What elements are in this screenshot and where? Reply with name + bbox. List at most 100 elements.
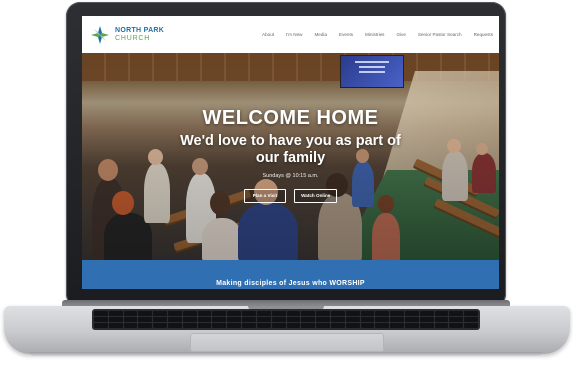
- keyboard-key: [301, 317, 316, 322]
- keyboard-key: [316, 323, 330, 328]
- keyboard-key: [94, 317, 108, 322]
- keyboard-key: [404, 317, 419, 322]
- keyboard-key: [316, 311, 330, 316]
- keyboard-key: [434, 311, 449, 316]
- church-logo[interactable]: NORTH PARK CHURCH: [90, 25, 164, 45]
- keyboard-key: [108, 317, 123, 322]
- keyboard-key: [390, 323, 404, 328]
- keyboard-key: [316, 317, 330, 322]
- keyboard-key: [286, 323, 301, 328]
- keyboard-key: [168, 311, 182, 316]
- keyboard-key: [390, 311, 404, 316]
- keyboard-key: [375, 323, 390, 328]
- compass-cross-logo-icon: [91, 25, 109, 44]
- nav-item-senior-pastor-search[interactable]: Senior Pastor Search: [418, 32, 462, 37]
- keyboard-key: [464, 323, 478, 328]
- logo-line-1: NORTH PARK: [115, 26, 165, 34]
- keyboard-key: [227, 311, 242, 316]
- keyboard-key: [360, 317, 375, 322]
- keyboard-key: [345, 317, 360, 322]
- keyboard-key: [182, 323, 197, 328]
- keyboard-key: [123, 323, 138, 328]
- laptop-screen: NORTH PARK CHURCH About I'm New Media Ev…: [82, 16, 499, 289]
- keyboard-key: [94, 311, 108, 316]
- keyboard-key: [330, 323, 345, 328]
- mission-statement: Making disciples of Jesus who WORSHIP: [216, 280, 365, 287]
- keyboard-key: [168, 323, 182, 328]
- nav-item-requests[interactable]: Requests: [474, 32, 493, 37]
- keyboard-key: [123, 317, 138, 322]
- keyboard-key: [212, 323, 227, 328]
- keyboard-key: [360, 311, 375, 316]
- keyboard-key: [419, 317, 434, 322]
- keyboard-key: [256, 317, 271, 322]
- keyboard-key: [464, 317, 478, 322]
- keyboard-key: [138, 317, 153, 322]
- hero-subtitle: We'd love to have you as part of our fam…: [180, 133, 401, 166]
- keyboard-key: [108, 311, 123, 316]
- site-header: NORTH PARK CHURCH About I'm New Media Ev…: [82, 16, 499, 53]
- keyboard-key: [419, 323, 434, 328]
- keyboard-key: [419, 311, 434, 316]
- mission-band: Making disciples of Jesus who WORSHIP: [82, 260, 499, 289]
- keyboard-key: [242, 317, 256, 322]
- plan-a-visit-button[interactable]: Plan a Visit: [243, 189, 287, 203]
- keyboard-key: [301, 323, 316, 328]
- keyboard-key: [197, 317, 212, 322]
- keyboard-key: [227, 323, 242, 328]
- logo-wordmark: NORTH PARK CHURCH: [115, 27, 164, 43]
- keyboard-key: [360, 323, 375, 328]
- laptop-bottom-edge: [30, 352, 542, 356]
- service-time: Sundays @ 10:15 a.m.: [262, 173, 319, 179]
- keyboard-key: [449, 323, 464, 328]
- keyboard-key: [212, 317, 227, 322]
- keyboard-key: [108, 323, 123, 328]
- keyboard-key: [434, 317, 449, 322]
- keyboard-key: [390, 317, 404, 322]
- keyboard-key: [375, 317, 390, 322]
- hero-section: WELCOME HOME We'd love to have you as pa…: [82, 53, 499, 260]
- keyboard-key: [271, 323, 286, 328]
- hero-title: WELCOME HOME: [202, 107, 379, 129]
- keyboard-key: [330, 311, 345, 316]
- hero-buttons: Plan a Visit Watch Online: [82, 189, 499, 203]
- keyboard-key: [138, 323, 153, 328]
- nav-item-events[interactable]: Events: [339, 32, 353, 37]
- keyboard-key: [271, 317, 286, 322]
- keyboard-key: [123, 311, 138, 316]
- keyboard-key: [449, 317, 464, 322]
- keyboard-key: [212, 311, 227, 316]
- keyboard-key: [404, 323, 419, 328]
- nav-item-give[interactable]: Give: [396, 32, 405, 37]
- keyboard-key: [182, 311, 197, 316]
- keyboard-key: [449, 311, 464, 316]
- keyboard-key: [138, 311, 153, 316]
- keyboard-key: [256, 311, 271, 316]
- watch-online-button[interactable]: Watch Online: [294, 189, 338, 203]
- keyboard-key: [301, 311, 316, 316]
- keyboard-key: [242, 323, 256, 328]
- keyboard-key: [330, 317, 345, 322]
- nav-item-im-new[interactable]: I'm New: [286, 32, 302, 37]
- keyboard-key: [94, 323, 108, 328]
- keyboard-key: [286, 311, 301, 316]
- keyboard-key: [153, 311, 168, 316]
- keyboard-key: [404, 311, 419, 316]
- keyboard-key: [464, 311, 478, 316]
- keyboard-key: [271, 311, 286, 316]
- nav-item-media[interactable]: Media: [314, 32, 327, 37]
- nav-item-about[interactable]: About: [262, 32, 274, 37]
- keyboard-key: [345, 311, 360, 316]
- laptop-trackpad: [190, 333, 384, 352]
- nav-item-ministries[interactable]: Ministries: [365, 32, 384, 37]
- keyboard-key: [345, 323, 360, 328]
- keyboard-key: [153, 323, 168, 328]
- keyboard-key: [434, 323, 449, 328]
- keyboard-key: [375, 311, 390, 316]
- main-navigation: About I'm New Media Events Ministries Gi…: [262, 16, 493, 53]
- logo-line-2: CHURCH: [115, 34, 151, 42]
- keyboard-key: [182, 317, 197, 322]
- keyboard-key: [168, 317, 182, 322]
- keyboard-key: [256, 323, 271, 328]
- keyboard-key: [242, 311, 256, 316]
